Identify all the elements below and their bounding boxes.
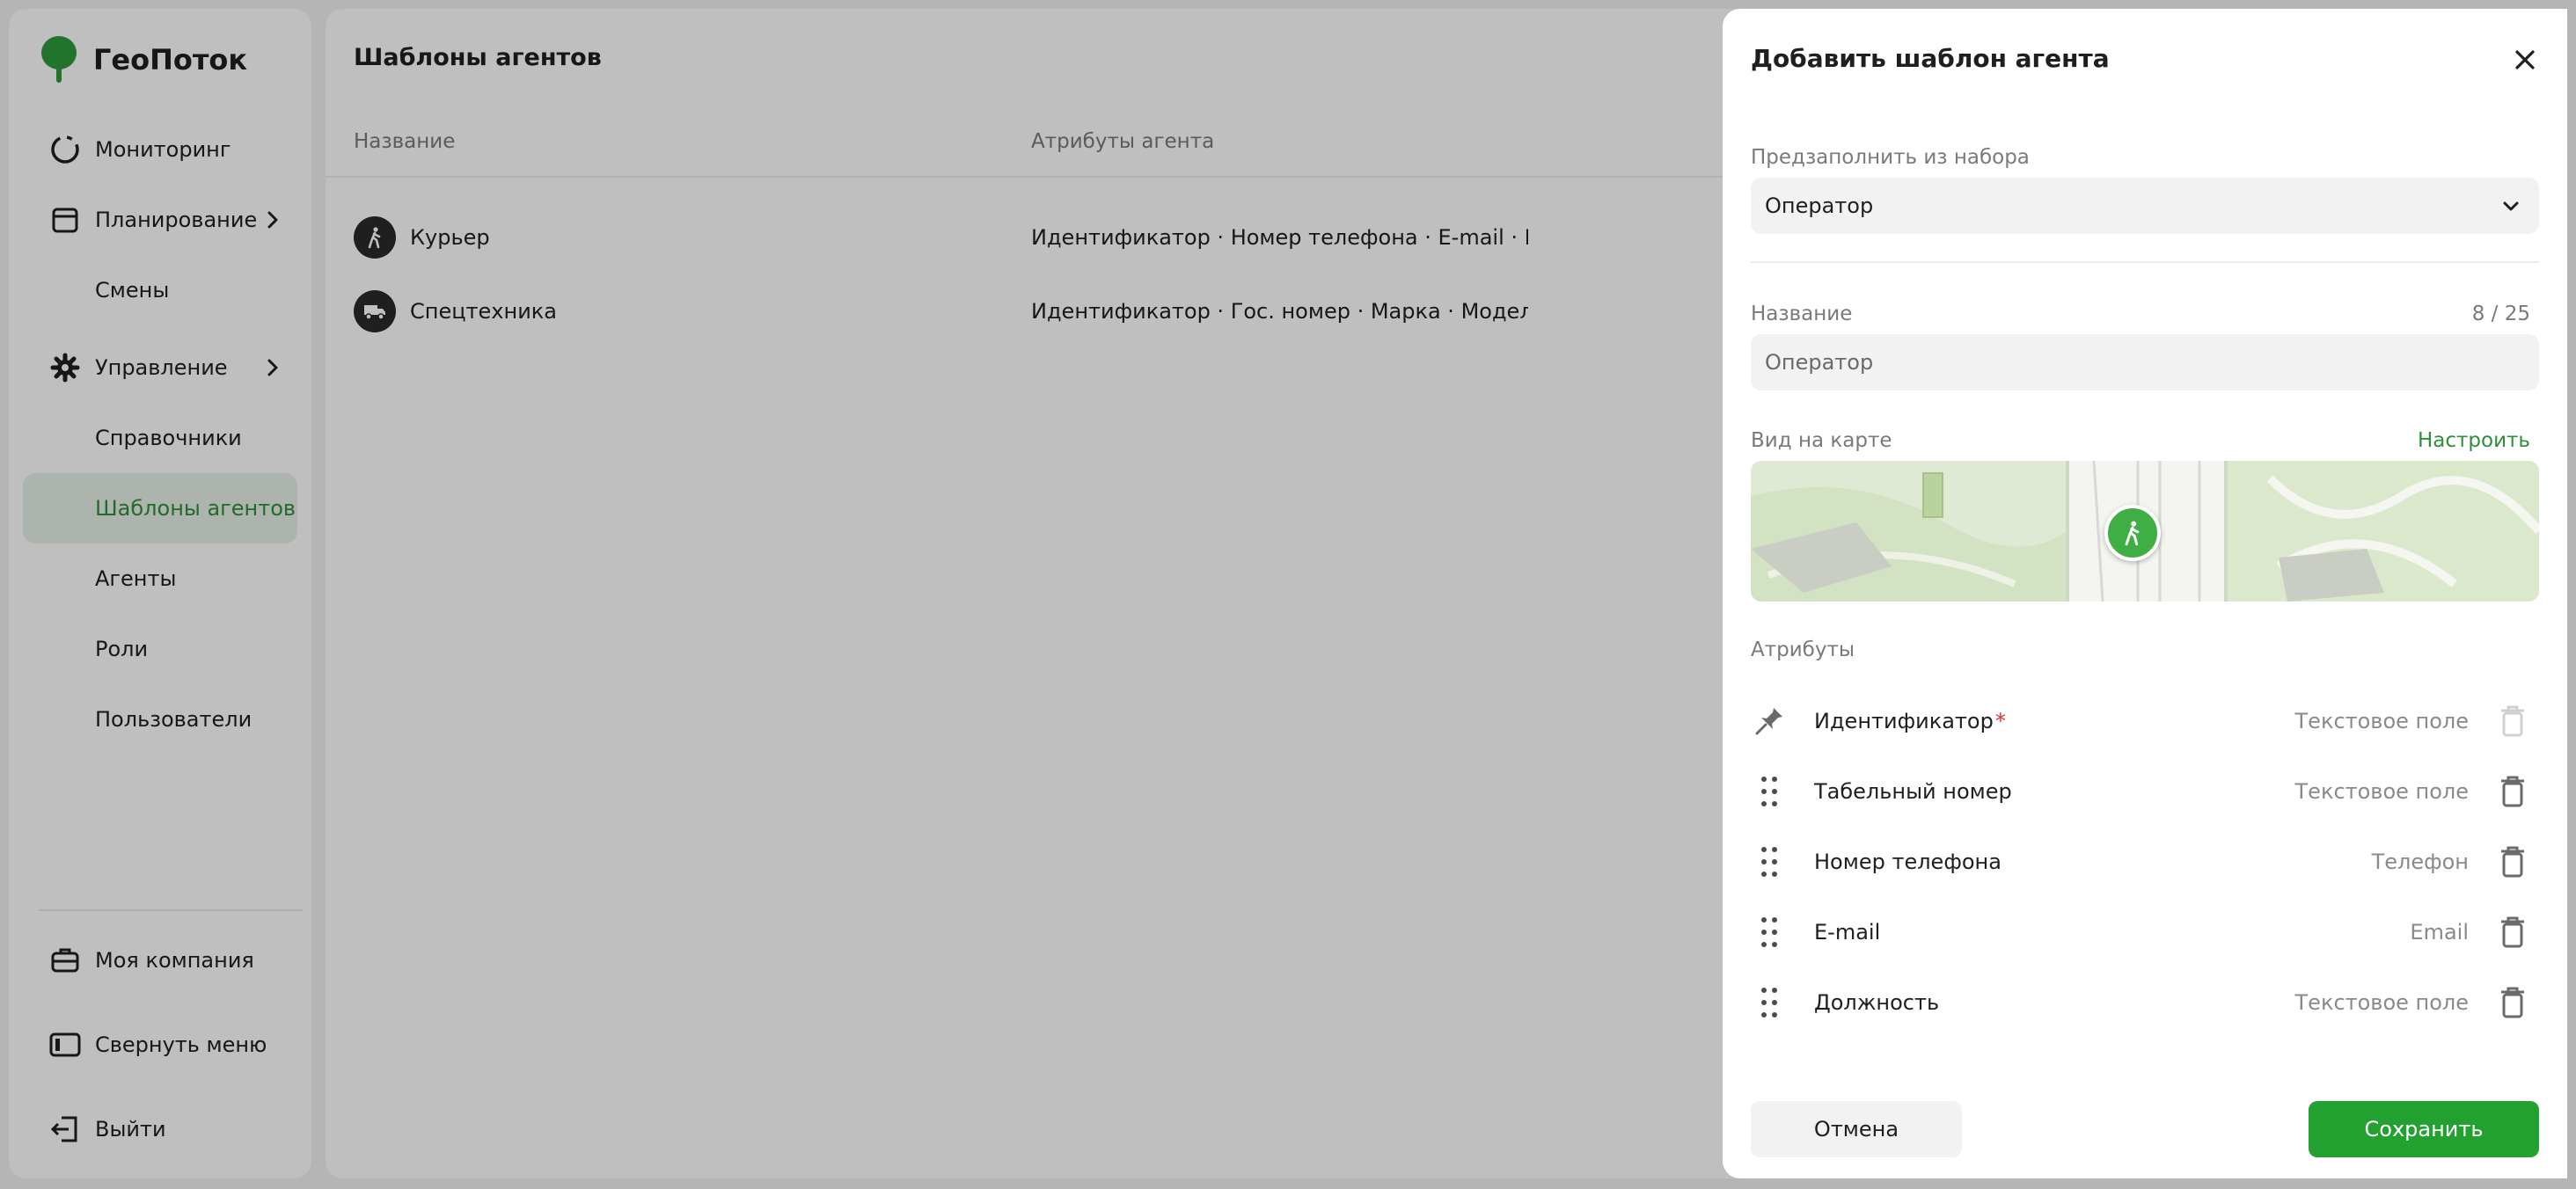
drag-handle-icon[interactable] [1751, 843, 1788, 880]
trash-icon[interactable] [2497, 844, 2528, 879]
attribute-type: Email [2410, 920, 2469, 945]
trash-icon[interactable] [2497, 915, 2528, 950]
attributes-label: Атрибуты [1751, 638, 1855, 661]
map-view-label: Вид на карте [1751, 429, 1892, 452]
panel-title: Добавить шаблон агента [1751, 44, 2110, 73]
attribute-type: Телефон [2371, 850, 2469, 874]
cancel-button[interactable]: Отмена [1751, 1101, 1962, 1157]
agent-marker-icon [2104, 505, 2161, 561]
app-root: ГеоПоток Мониторинг Планирование Смены У… [0, 0, 2576, 1189]
save-button[interactable]: Сохранить [2309, 1101, 2539, 1157]
attribute-name: E-mail [1814, 920, 1881, 945]
trash-icon [2497, 704, 2528, 739]
attribute-row: E-mail Email [1751, 906, 2539, 959]
attribute-type: Текстовое поле [2294, 779, 2469, 804]
configure-map-link[interactable]: Настроить [2418, 429, 2530, 452]
prefill-select[interactable]: Оператор [1751, 178, 2539, 234]
section-divider [1751, 261, 2539, 263]
drag-handle-icon[interactable] [1751, 984, 1788, 1021]
attribute-name: Должность [1814, 990, 1940, 1015]
attribute-name: Номер телефона [1814, 850, 2002, 874]
prefill-value: Оператор [1765, 193, 1874, 218]
attribute-name: Табельный номер [1814, 779, 2012, 804]
drag-handle-icon[interactable] [1751, 914, 1788, 951]
close-icon[interactable] [2511, 46, 2539, 74]
attribute-type: Текстовое поле [2294, 709, 2469, 733]
attribute-row: Идентификатор* Текстовое поле [1751, 695, 2539, 748]
name-label: Название [1751, 303, 1853, 325]
attribute-row: Табельный номер Текстовое поле [1751, 765, 2539, 818]
chevron-down-icon [2503, 201, 2519, 211]
required-mark: * [1994, 709, 2006, 733]
name-char-counter: 8 / 25 [2471, 303, 2530, 325]
trash-icon[interactable] [2497, 774, 2528, 809]
name-input-field[interactable] [1751, 334, 2539, 390]
add-agent-template-panel: Добавить шаблон агента Предзаполнить из … [1723, 9, 2567, 1178]
prefill-label: Предзаполнить из набора [1751, 146, 2030, 169]
attribute-type: Текстовое поле [2294, 990, 2469, 1015]
attribute-row: Должность Текстовое поле [1751, 976, 2539, 1029]
drag-handle-icon[interactable] [1751, 773, 1788, 810]
trash-icon[interactable] [2497, 985, 2528, 1020]
name-input[interactable] [1765, 350, 2539, 375]
attribute-row: Номер телефона Телефон [1751, 835, 2539, 888]
pin-icon [1751, 703, 1788, 740]
attribute-name: Идентификатор* [1814, 709, 2006, 733]
